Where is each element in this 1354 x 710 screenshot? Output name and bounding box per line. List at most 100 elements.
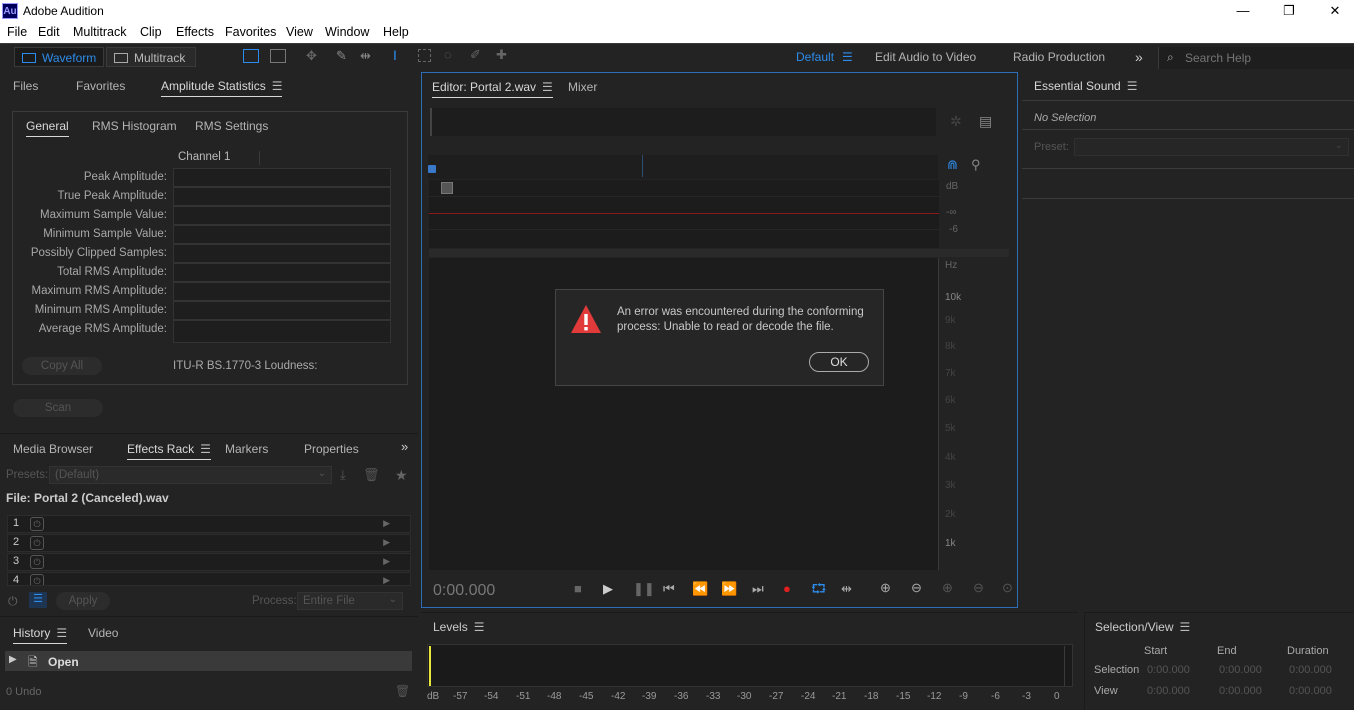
waveform-area[interactable] xyxy=(429,180,939,248)
channel-toggle-icon[interactable] xyxy=(441,182,453,194)
view-duration[interactable]: 0:00.000 xyxy=(1289,685,1332,697)
play-button[interactable]: ▶ xyxy=(603,581,613,597)
effect-slot[interactable]: 4 ⏻ ▶ xyxy=(7,572,411,586)
brush-tool-icon[interactable]: ✐ xyxy=(470,47,481,63)
stop-button[interactable]: ■ xyxy=(574,581,582,596)
power-icon[interactable]: ⏻ xyxy=(30,555,44,569)
lasso-tool-icon[interactable]: ◌ xyxy=(444,47,452,62)
master-power-icon[interactable]: ⏻ xyxy=(8,594,18,609)
tab-essential-sound[interactable]: Essential Sound ☰ xyxy=(1034,79,1138,96)
slot-arrow-icon[interactable]: ▶ xyxy=(383,537,390,548)
view-start[interactable]: 0:00.000 xyxy=(1147,685,1190,697)
tab-favorites[interactable]: Favorites xyxy=(76,79,125,93)
zoom-in-amplitude-icon[interactable]: ⊕ xyxy=(880,580,891,596)
save-preset-icon[interactable]: ⤓ xyxy=(340,467,346,483)
menu-help[interactable]: Help xyxy=(383,25,409,39)
panel-menu-icon[interactable]: ☰ xyxy=(56,626,67,640)
menu-view[interactable]: View xyxy=(286,25,313,39)
panel-menu-icon[interactable]: ☰ xyxy=(200,442,211,456)
skip-back-button[interactable]: ⏮ xyxy=(663,581,675,597)
selection-end[interactable]: 0:00.000 xyxy=(1219,664,1262,676)
history-item[interactable]: ▶ 🗎 Open xyxy=(5,651,412,671)
menu-favorites[interactable]: Favorites xyxy=(225,25,276,39)
panel-menu-icon[interactable]: ☰ xyxy=(1180,620,1191,634)
zoom-out-time-icon[interactable]: ⊖ xyxy=(973,580,984,596)
razor-tool-icon[interactable]: ✎ xyxy=(336,48,347,64)
search-box[interactable]: ⌕ xyxy=(1158,47,1354,69)
effect-slot[interactable]: 1 ⏻ ▶ xyxy=(7,515,411,533)
power-icon[interactable]: ⏻ xyxy=(30,517,44,531)
close-button[interactable]: ✕ xyxy=(1312,0,1354,23)
pause-button[interactable]: ❚❚ xyxy=(633,581,655,597)
view-end[interactable]: 0:00.000 xyxy=(1219,685,1262,697)
workspace-radio-production[interactable]: Radio Production xyxy=(1013,47,1105,67)
tab-mixer[interactable]: Mixer xyxy=(568,80,597,94)
spot-healing-tool-icon[interactable]: ✚ xyxy=(496,47,507,63)
list-view-icon[interactable]: ☰ xyxy=(29,592,47,608)
zoom-full-icon[interactable]: ⊙ xyxy=(1002,580,1013,596)
delete-preset-icon[interactable]: 🗑 xyxy=(363,467,380,483)
loop-button[interactable]: ⮔ xyxy=(811,580,826,602)
power-icon[interactable]: ⏻ xyxy=(30,574,44,585)
playhead-marker[interactable] xyxy=(428,165,436,173)
more-workspaces-icon[interactable]: » xyxy=(1135,47,1143,67)
trash-icon[interactable]: 🗑 xyxy=(395,684,410,698)
workspace-default[interactable]: Default xyxy=(796,47,834,67)
menu-edit[interactable]: Edit xyxy=(38,25,60,39)
tab-effects-rack[interactable]: Effects Rack ☰ xyxy=(127,442,211,460)
marquee-tool-icon[interactable] xyxy=(418,49,431,62)
subtab-general[interactable]: General xyxy=(26,119,69,137)
selection-start[interactable]: 0:00.000 xyxy=(1147,664,1190,676)
power-icon[interactable]: ⏻ xyxy=(30,536,44,550)
waveform-button[interactable]: Waveform xyxy=(14,47,104,67)
maximize-button[interactable]: ❐ xyxy=(1266,0,1312,23)
slot-arrow-icon[interactable]: ▶ xyxy=(383,518,390,529)
tab-selection-view[interactable]: Selection/View ☰ xyxy=(1095,620,1190,634)
favorite-star-icon[interactable]: ★ xyxy=(395,467,408,484)
effect-slot[interactable]: 3 ⏻ ▶ xyxy=(7,553,411,571)
panel-menu-icon[interactable]: ☰ xyxy=(474,620,485,634)
slip-tool-icon[interactable]: ⇹ xyxy=(360,48,371,64)
tab-levels[interactable]: Levels ☰ xyxy=(433,620,484,634)
display-options-icon[interactable]: ▤ xyxy=(979,113,992,130)
tab-properties[interactable]: Properties xyxy=(304,442,359,456)
timeline-ruler[interactable] xyxy=(428,155,938,179)
tab-history[interactable]: History ☰ xyxy=(13,626,68,644)
rewind-button[interactable]: ⏪ xyxy=(692,581,708,597)
slot-arrow-icon[interactable]: ▶ xyxy=(383,556,390,567)
process-dropdown[interactable]: Entire File ⌄ xyxy=(297,592,403,610)
record-button[interactable]: ● xyxy=(783,581,791,596)
panel-menu-icon[interactable]: ☰ xyxy=(272,79,283,93)
menu-window[interactable]: Window xyxy=(325,25,369,39)
effect-slot[interactable]: 2 ⏻ ▶ xyxy=(7,534,411,552)
preset-dropdown[interactable]: ⌄ xyxy=(1074,138,1349,156)
menu-clip[interactable]: Clip xyxy=(140,25,162,39)
copy-all-button[interactable]: Copy All xyxy=(22,357,102,375)
subtab-rms-settings[interactable]: RMS Settings xyxy=(195,119,268,133)
ok-button[interactable]: OK xyxy=(809,352,869,372)
menu-file[interactable]: File xyxy=(7,25,27,39)
panel-menu-icon[interactable]: ☰ xyxy=(1127,79,1138,93)
skip-forward-button[interactable]: ⏭ xyxy=(752,581,764,597)
move-tool-icon[interactable]: ✥ xyxy=(306,48,317,64)
spectral-display-icon[interactable] xyxy=(243,49,259,63)
workspace-menu-icon[interactable]: ☰ xyxy=(842,47,853,67)
zoom-nav-icon[interactable]: ✲ xyxy=(950,113,962,130)
spectral-pitch-icon[interactable] xyxy=(270,49,286,63)
minimize-button[interactable]: — xyxy=(1220,0,1266,23)
slot-arrow-icon[interactable]: ▶ xyxy=(383,575,390,585)
panel-menu-icon[interactable]: ☰ xyxy=(542,80,553,94)
scan-button[interactable]: Scan xyxy=(13,399,103,417)
time-selection-tool-icon[interactable]: I xyxy=(393,47,397,63)
overview-strip[interactable] xyxy=(430,108,936,136)
skip-selection-button[interactable]: ⇹ xyxy=(841,581,852,597)
tab-markers[interactable]: Markers xyxy=(225,442,268,456)
tab-editor[interactable]: Editor: Portal 2.wav ☰ xyxy=(432,80,553,98)
menu-effects[interactable]: Effects xyxy=(176,25,214,39)
zoom-in-time-icon[interactable]: ⊕ xyxy=(942,580,953,596)
multitrack-button[interactable]: Multitrack xyxy=(106,47,196,67)
presets-dropdown[interactable]: (Default) ⌄ xyxy=(49,466,332,484)
selection-duration[interactable]: 0:00.000 xyxy=(1289,664,1332,676)
more-tabs-icon[interactable]: » xyxy=(401,439,408,454)
splitter-handle[interactable] xyxy=(429,249,1009,257)
